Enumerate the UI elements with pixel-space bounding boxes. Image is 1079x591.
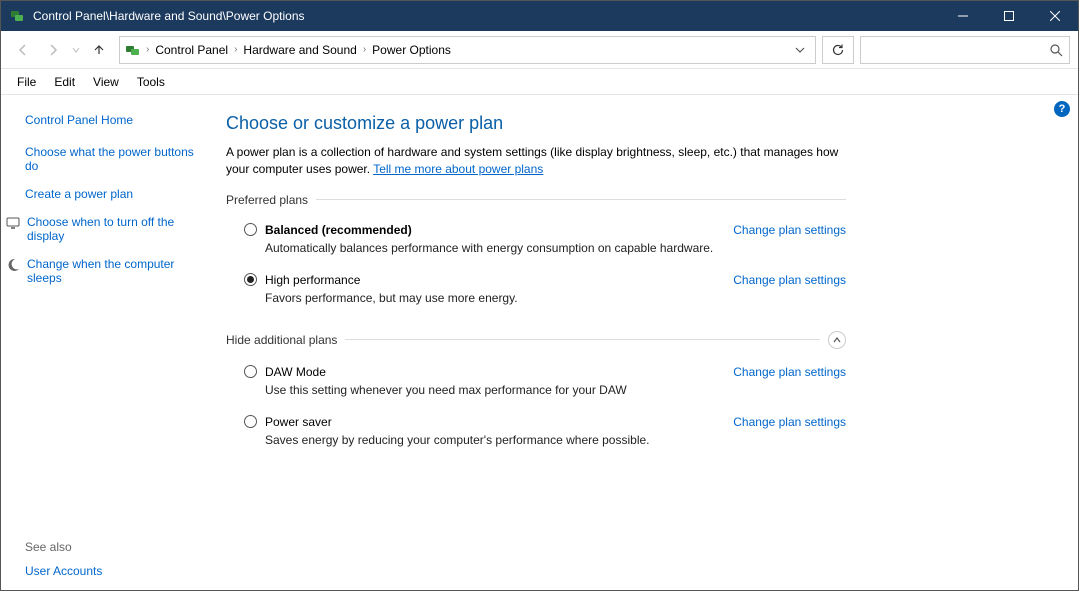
minimize-button[interactable]: [940, 1, 986, 31]
sidebar-link-create-plan[interactable]: Create a power plan: [25, 187, 208, 201]
refresh-button[interactable]: [822, 36, 854, 64]
preferred-plans-header: Preferred plans: [226, 193, 846, 207]
search-icon[interactable]: [1049, 43, 1063, 57]
breadcrumb-hardware-sound[interactable]: Hardware and Sound: [239, 37, 360, 63]
sidebar-link-label: Create a power plan: [25, 187, 133, 201]
search-box[interactable]: [860, 36, 1070, 64]
plan-power-saver: Power saver Change plan settings Saves e…: [226, 409, 846, 459]
window-buttons: [940, 1, 1078, 31]
main-panel: Choose or customize a power plan A power…: [216, 95, 1078, 590]
control-panel-home-link[interactable]: Control Panel Home: [25, 113, 208, 127]
app-icon: [9, 8, 25, 24]
plan-description: Saves energy by reducing your computer's…: [265, 433, 846, 447]
back-button[interactable]: [9, 36, 37, 64]
sidebar-link-computer-sleeps[interactable]: Change when the computer sleeps: [25, 257, 208, 285]
breadcrumb-power-options[interactable]: Power Options: [368, 37, 455, 63]
page-description: A power plan is a collection of hardware…: [226, 144, 846, 179]
see-also-label: See also: [25, 540, 208, 554]
close-button[interactable]: [1032, 1, 1078, 31]
plan-high-performance: High performance Change plan settings Fa…: [226, 267, 846, 317]
change-plan-settings-link[interactable]: Change plan settings: [733, 223, 846, 237]
additional-plans-section: Hide additional plans DAW Mode Change pl…: [226, 331, 846, 459]
menu-tools[interactable]: Tools: [129, 72, 173, 92]
plan-balanced: Balanced (recommended) Change plan setti…: [226, 217, 846, 267]
plan-name[interactable]: Balanced (recommended): [265, 223, 412, 237]
search-input[interactable]: [867, 43, 1049, 57]
menu-edit[interactable]: Edit: [46, 72, 83, 92]
plan-name[interactable]: Power saver: [265, 415, 332, 429]
sidebar-link-turn-off-display[interactable]: Choose when to turn off the display: [25, 215, 208, 243]
radio-daw-mode[interactable]: [244, 365, 257, 378]
chevron-right-icon[interactable]: ›: [363, 44, 366, 55]
section-label: Preferred plans: [226, 193, 308, 207]
collapse-button[interactable]: [828, 331, 846, 349]
plan-daw-mode: DAW Mode Change plan settings Use this s…: [226, 359, 846, 409]
section-label: Hide additional plans: [226, 333, 337, 347]
plan-name[interactable]: DAW Mode: [265, 365, 326, 379]
plan-description: Use this setting whenever you need max p…: [265, 383, 846, 397]
sidebar-link-label: Choose what the power buttons do: [25, 145, 208, 173]
forward-button[interactable]: [39, 36, 67, 64]
address-dropdown[interactable]: [789, 45, 811, 55]
window-title: Control Panel\Hardware and Sound\Power O…: [33, 9, 940, 23]
up-button[interactable]: [85, 36, 113, 64]
display-icon: [5, 215, 21, 231]
help-icon[interactable]: ?: [1054, 101, 1070, 117]
sidebar: Control Panel Home Choose what the power…: [1, 95, 216, 590]
preferred-plans-section: Preferred plans Balanced (recommended) C…: [226, 193, 846, 317]
change-plan-settings-link[interactable]: Change plan settings: [733, 365, 846, 379]
page-heading: Choose or customize a power plan: [226, 113, 1050, 134]
chevron-right-icon[interactable]: ›: [234, 44, 237, 55]
radio-power-saver[interactable]: [244, 415, 257, 428]
tell-me-more-link[interactable]: Tell me more about power plans: [373, 162, 543, 176]
content-area: ? Control Panel Home Choose what the pow…: [1, 95, 1078, 590]
sidebar-link-label: Change when the computer sleeps: [27, 257, 208, 285]
maximize-button[interactable]: [986, 1, 1032, 31]
navbar: › Control Panel › Hardware and Sound › P…: [1, 31, 1078, 69]
sidebar-link-power-buttons[interactable]: Choose what the power buttons do: [25, 145, 208, 173]
address-bar[interactable]: › Control Panel › Hardware and Sound › P…: [119, 36, 816, 64]
sidebar-link-label: Choose when to turn off the display: [27, 215, 208, 243]
plan-description: Automatically balances performance with …: [265, 241, 846, 255]
plan-description: Favors performance, but may use more ene…: [265, 291, 846, 305]
breadcrumb-control-panel[interactable]: Control Panel: [151, 37, 232, 63]
menu-file[interactable]: File: [9, 72, 44, 92]
titlebar: Control Panel\Hardware and Sound\Power O…: [1, 1, 1078, 31]
divider: [316, 199, 846, 200]
change-plan-settings-link[interactable]: Change plan settings: [733, 273, 846, 287]
menu-view[interactable]: View: [85, 72, 127, 92]
see-also-user-accounts[interactable]: User Accounts: [25, 564, 208, 578]
location-icon: [124, 41, 142, 59]
moon-icon: [5, 257, 21, 273]
recent-dropdown[interactable]: [69, 36, 83, 64]
additional-plans-header: Hide additional plans: [226, 331, 846, 349]
chevron-right-icon[interactable]: ›: [146, 44, 149, 55]
change-plan-settings-link[interactable]: Change plan settings: [733, 415, 846, 429]
radio-balanced[interactable]: [244, 223, 257, 236]
radio-high-performance[interactable]: [244, 273, 257, 286]
divider: [345, 339, 820, 340]
plan-name[interactable]: High performance: [265, 273, 360, 287]
window-frame: Control Panel\Hardware and Sound\Power O…: [0, 0, 1079, 591]
menubar: File Edit View Tools: [1, 69, 1078, 95]
